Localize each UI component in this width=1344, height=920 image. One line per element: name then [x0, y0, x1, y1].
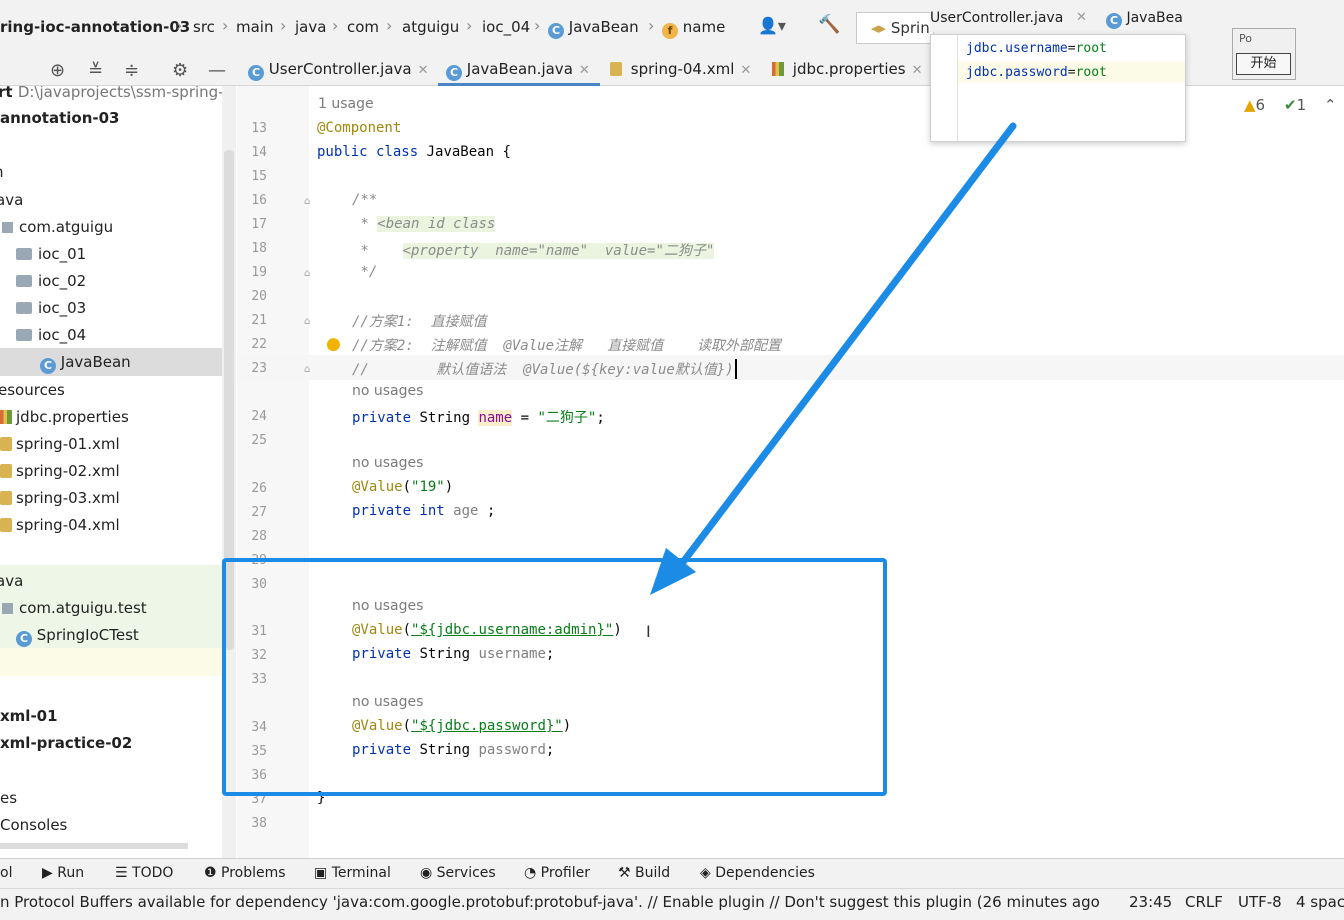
todo-tool-button[interactable]: ☰ TODO — [115, 865, 173, 881]
play-icon: ▶ — [42, 865, 53, 881]
indent-setting[interactable]: 4 spac — [1296, 893, 1344, 911]
tool-label: Terminal — [331, 865, 391, 881]
run-tool-button[interactable]: ▶ Run — [42, 865, 84, 881]
file-encoding[interactable]: UTF-8 — [1238, 893, 1282, 911]
profiler-tool-button[interactable]: ◔ Profiler — [524, 865, 590, 881]
tool-label: Problems — [221, 865, 286, 881]
services-icon: ◉ — [420, 865, 433, 881]
arrow-overlay — [650, 122, 1017, 595]
tool-label: Build — [635, 865, 671, 881]
tool-label: Dependencies — [715, 865, 815, 881]
tool-window-item[interactable]: ol — [0, 865, 12, 881]
tool-label: Profiler — [540, 865, 590, 881]
hammer-icon: ⚒ — [618, 865, 631, 881]
status-message[interactable]: n Protocol Buffers available for depende… — [0, 893, 1100, 911]
terminal-icon: ▣ — [314, 865, 328, 881]
build-tool-button[interactable]: ⚒ Build — [618, 865, 670, 881]
tool-window-bar — [0, 858, 1344, 888]
list-icon: ☰ — [115, 865, 128, 881]
profiler-icon: ◔ — [524, 865, 537, 881]
dependencies-tool-button[interactable]: ◈ Dependencies — [700, 865, 815, 881]
tool-label: TODO — [132, 865, 174, 881]
tool-label: Services — [436, 865, 496, 881]
caret-position[interactable]: 23:45 — [1129, 893, 1172, 911]
layers-icon: ◈ — [700, 865, 711, 881]
terminal-tool-button[interactable]: ▣ Terminal — [314, 865, 391, 881]
services-tool-button[interactable]: ◉ Services — [420, 865, 496, 881]
problems-icon: ❶ — [204, 865, 217, 881]
line-separator[interactable]: CRLF — [1185, 893, 1223, 911]
arrow-shaft — [664, 122, 1017, 586]
problems-tool-button[interactable]: ❶ Problems — [204, 865, 286, 881]
tool-label: Run — [57, 865, 85, 881]
